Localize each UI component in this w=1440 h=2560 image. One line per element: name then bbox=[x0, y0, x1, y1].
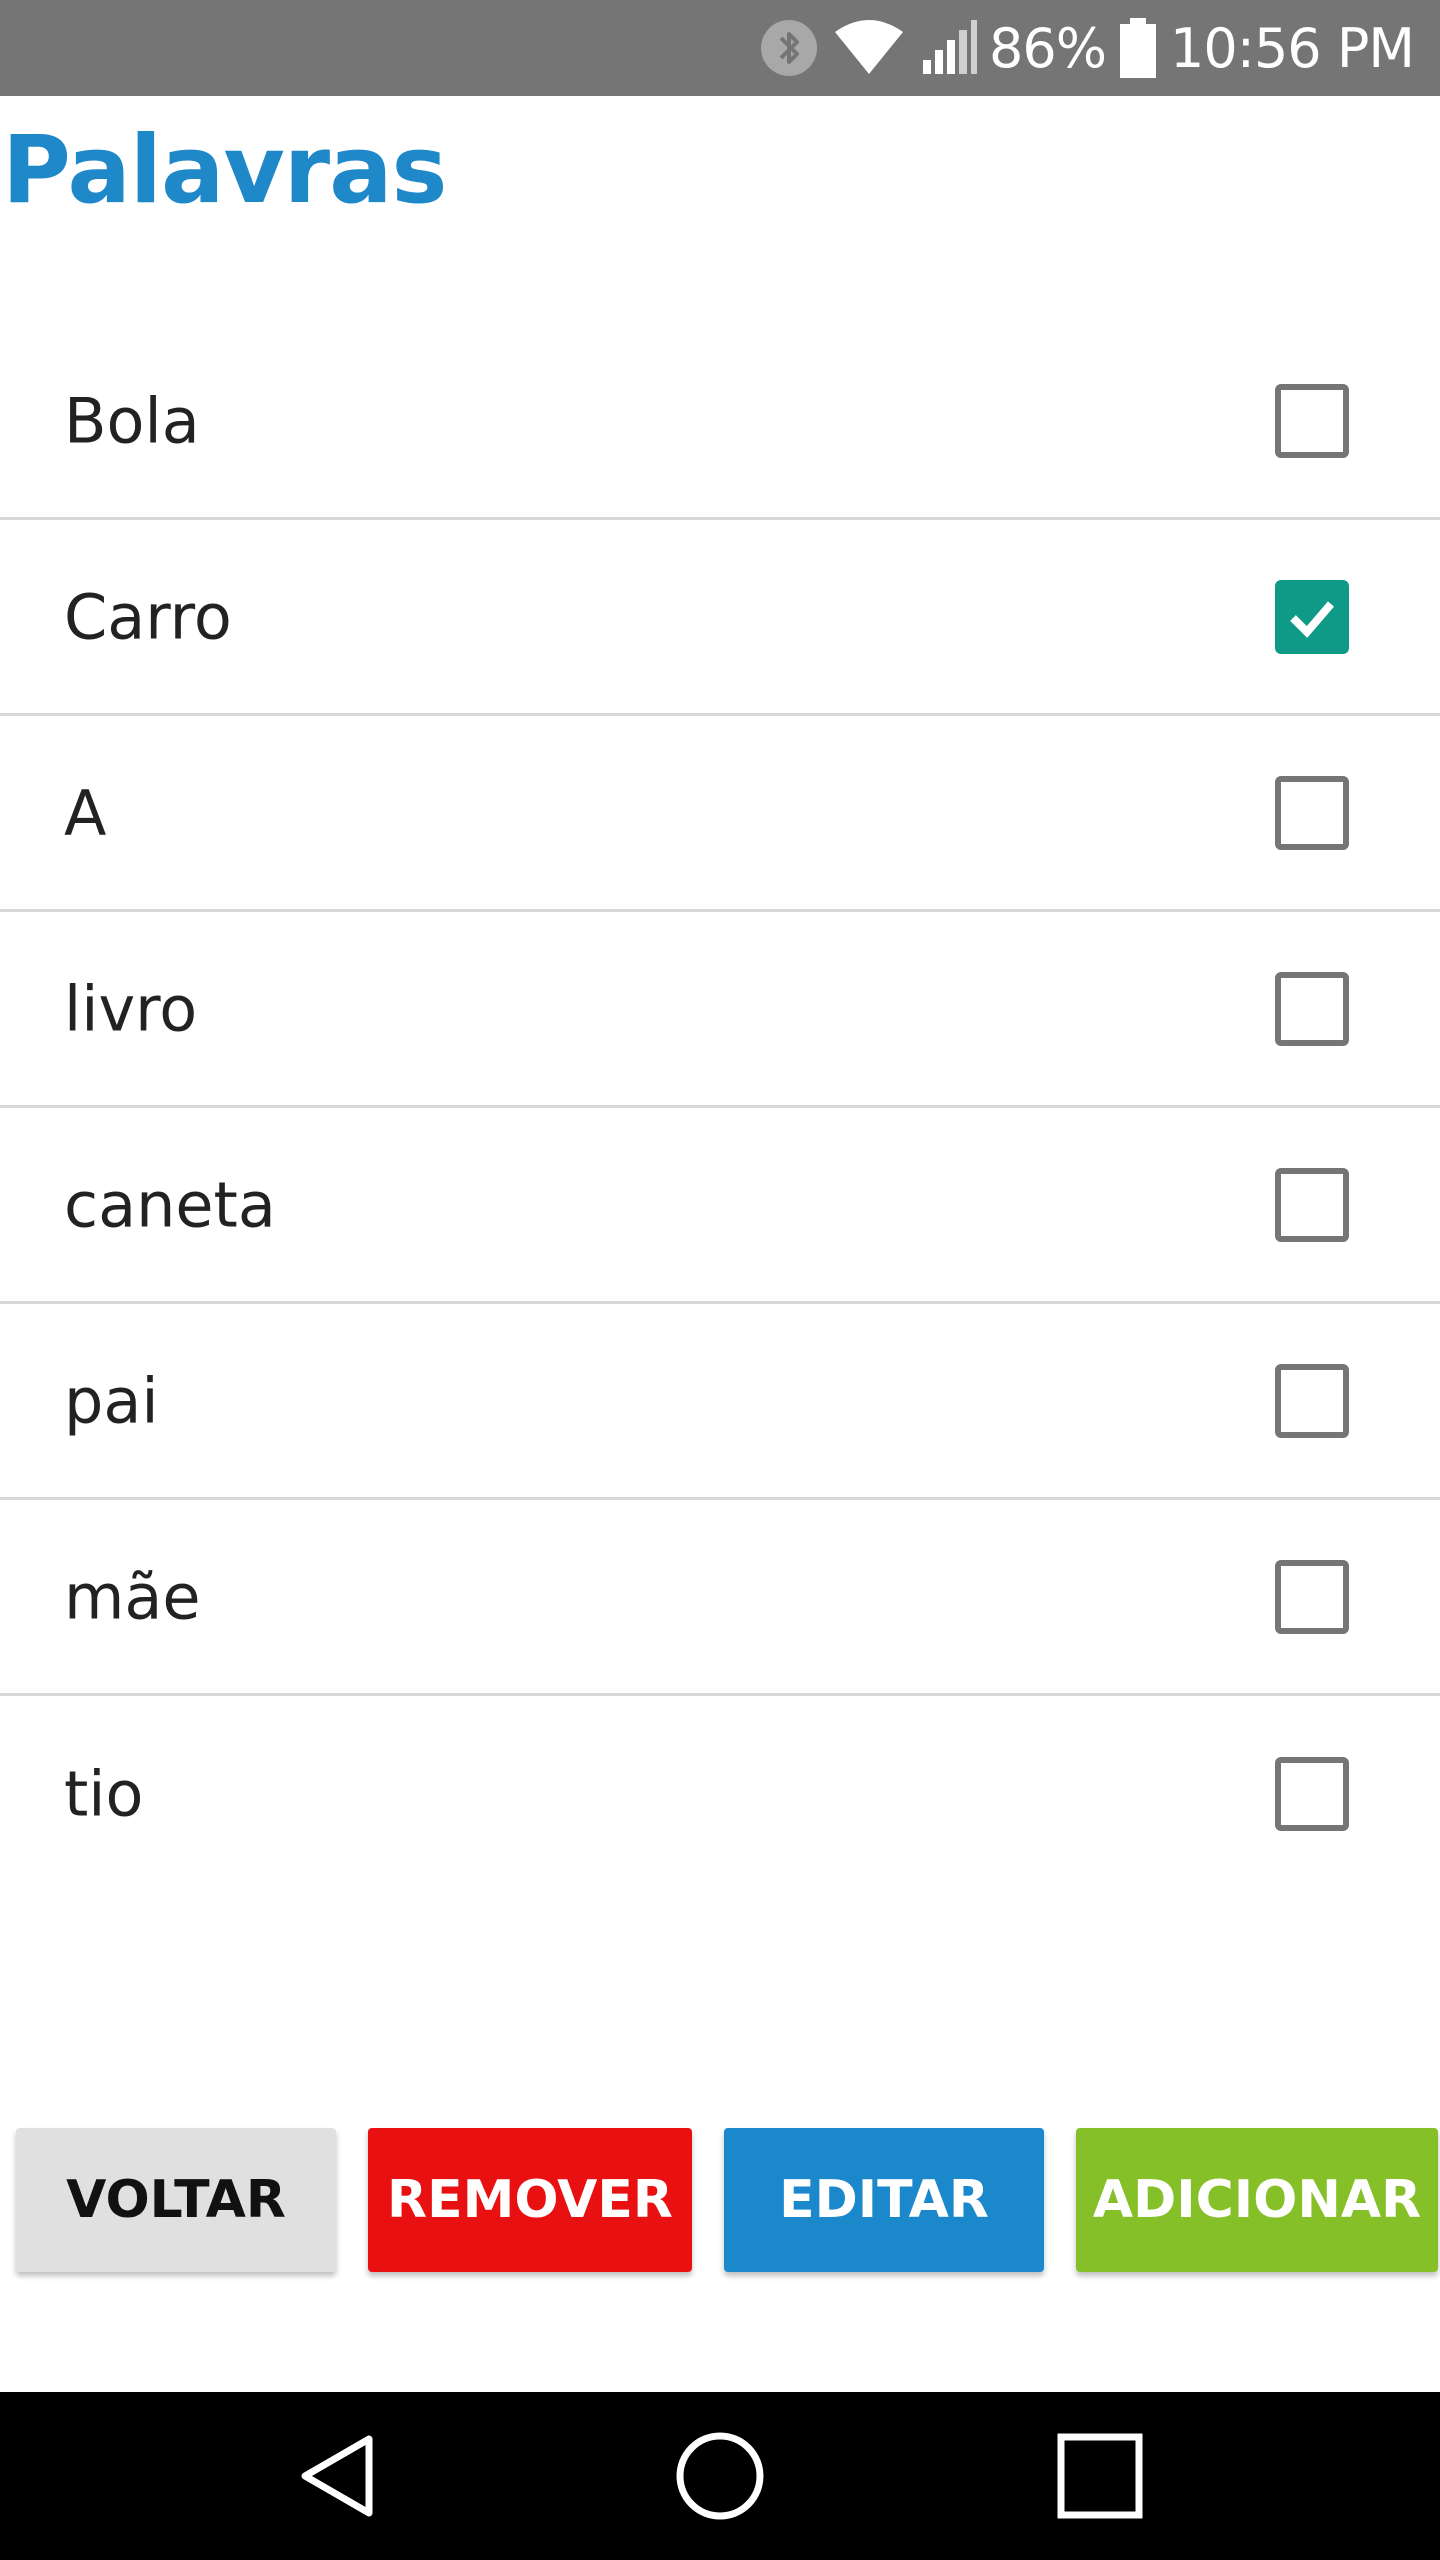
check-icon bbox=[1290, 600, 1335, 638]
home-circle-icon[interactable] bbox=[670, 2426, 770, 2526]
word-list: Bola Carro A livro caneta pai mãe tio bbox=[0, 324, 1440, 1892]
list-item[interactable]: A bbox=[0, 716, 1440, 912]
battery-percent: 86% bbox=[989, 16, 1107, 80]
word-checkbox[interactable] bbox=[1275, 1559, 1349, 1634]
word-label: A bbox=[64, 776, 107, 849]
list-item[interactable]: livro bbox=[0, 912, 1440, 1108]
back-button[interactable]: VOLTAR bbox=[16, 2128, 336, 2272]
word-checkbox[interactable] bbox=[1275, 579, 1349, 654]
word-checkbox[interactable] bbox=[1275, 971, 1349, 1046]
bluetooth-icon bbox=[759, 18, 819, 78]
word-label: mãe bbox=[64, 1560, 201, 1633]
status-bar: 86% 10:56 PM bbox=[0, 0, 1440, 96]
wifi-icon bbox=[833, 18, 905, 78]
list-item[interactable]: pai bbox=[0, 1304, 1440, 1500]
word-checkbox[interactable] bbox=[1275, 1757, 1349, 1831]
word-label: Carro bbox=[64, 580, 232, 653]
word-label: Bola bbox=[64, 384, 200, 457]
battery-icon bbox=[1120, 18, 1157, 78]
action-bar: VOLTAR REMOVER EDITAR ADICIONAR bbox=[0, 2128, 1440, 2272]
word-label: caneta bbox=[64, 1168, 276, 1241]
page-title: Palavras bbox=[2, 116, 447, 225]
list-item[interactable]: tio bbox=[0, 1696, 1440, 1892]
status-time: 10:56 PM bbox=[1170, 16, 1415, 80]
remove-button[interactable]: REMOVER bbox=[368, 2128, 692, 2272]
word-checkbox[interactable] bbox=[1275, 1363, 1349, 1438]
navigation-bar bbox=[0, 2392, 1440, 2560]
word-label: livro bbox=[64, 972, 198, 1045]
screen: 86% 10:56 PM Palavras Bola Carro A livro… bbox=[0, 0, 1440, 2560]
word-label: pai bbox=[64, 1364, 159, 1437]
add-button[interactable]: ADICIONAR bbox=[1076, 2128, 1438, 2272]
recents-square-icon[interactable] bbox=[1050, 2426, 1150, 2526]
word-checkbox[interactable] bbox=[1275, 775, 1349, 850]
word-label: tio bbox=[64, 1757, 144, 1831]
list-item[interactable]: Bola bbox=[0, 324, 1440, 520]
word-checkbox[interactable] bbox=[1275, 1167, 1349, 1242]
list-item[interactable]: Carro bbox=[0, 520, 1440, 716]
signal-icon bbox=[919, 18, 979, 78]
list-item[interactable]: caneta bbox=[0, 1108, 1440, 1304]
edit-button[interactable]: EDITAR bbox=[724, 2128, 1044, 2272]
word-checkbox[interactable] bbox=[1275, 383, 1349, 458]
back-triangle-icon[interactable] bbox=[290, 2426, 390, 2526]
list-item[interactable]: mãe bbox=[0, 1500, 1440, 1696]
